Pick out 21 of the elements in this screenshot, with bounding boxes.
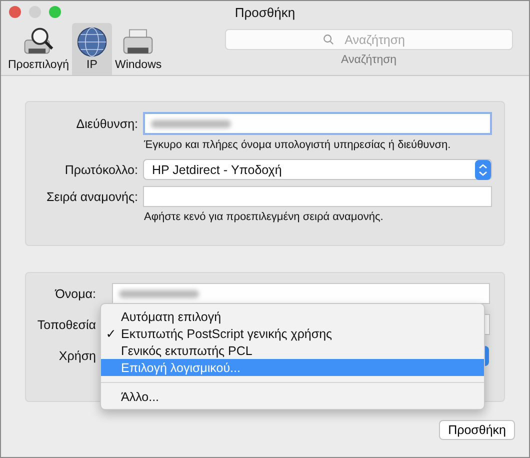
- menu-item[interactable]: Άλλο...: [101, 388, 484, 405]
- protocol-select[interactable]: HP Jetdirect - Υποδοχή: [143, 159, 492, 180]
- field-label: Τοποθεσία: [36, 318, 96, 332]
- field-label: Όνομα:: [54, 286, 96, 300]
- field-hint: Αφήστε κενό για προεπιλεγμένη σειρά αναμονής.: [144, 211, 384, 223]
- field-label: Χρήση: [58, 348, 96, 362]
- add-button[interactable]: Προσθήκη: [439, 420, 515, 440]
- field-label: Πρωτόκολλο:: [64, 162, 138, 176]
- check-icon: ✓: [106, 327, 116, 341]
- toolbar-tab[interactable]: Προεπιλογή: [5, 23, 72, 75]
- field-hint: Έγκυρο και πλήρες όνομα υπολογιστή υπηρεσίας ή διεύθυνση.: [144, 139, 452, 151]
- search-label: Αναζήτηση: [341, 54, 397, 66]
- toolbar-tab[interactable]: IP: [72, 23, 112, 75]
- menu-item[interactable]: Αυτόματη επιλογή: [101, 308, 484, 325]
- window-title: Προσθήκη: [234, 4, 296, 20]
- toolbar-tab[interactable]: Windows: [112, 23, 165, 75]
- search-field[interactable]: Αναζήτηση: [224, 29, 513, 50]
- field-label: Διεύθυνση:: [75, 116, 138, 130]
- menu-item[interactable]: Γενικός εκτυπωτής PCL: [101, 342, 484, 359]
- field-label: Σειρά αναμονής:: [46, 190, 138, 204]
- menu-item[interactable]: ✓ Εκτυπωτής PostScript γενικής χρήσης: [101, 325, 484, 342]
